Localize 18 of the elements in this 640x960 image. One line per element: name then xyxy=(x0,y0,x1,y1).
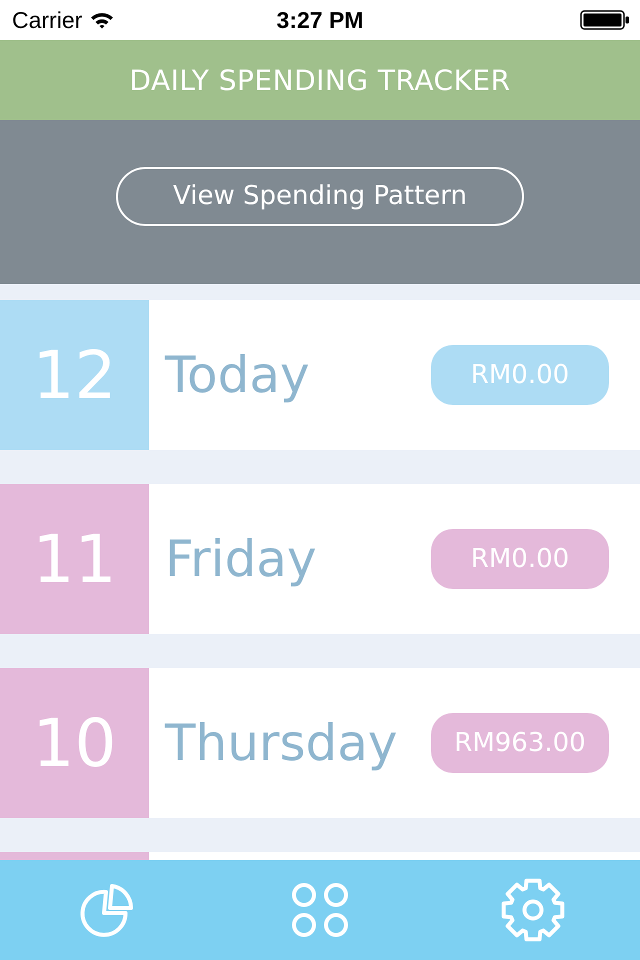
date-number: 10 xyxy=(32,704,116,782)
view-spending-pattern-button[interactable]: View Spending Pattern xyxy=(116,166,524,226)
wifi-icon xyxy=(90,11,114,29)
day-name: Friday xyxy=(165,530,317,588)
clock-time: 3:27 PM xyxy=(276,6,364,32)
day-name: Thursday xyxy=(165,714,398,772)
amount-badge: RM963.00 xyxy=(431,713,609,773)
settings-icon[interactable] xyxy=(500,877,566,943)
amount-badge: RM0.00 xyxy=(431,529,609,589)
grid-icon[interactable] xyxy=(290,881,350,939)
app-title: DAILY SPENDING TRACKER xyxy=(129,64,511,96)
date-number: 11 xyxy=(32,520,116,598)
carrier-name: Carrier xyxy=(12,6,82,34)
pie-chart-icon[interactable] xyxy=(78,882,135,938)
battery-icon xyxy=(580,10,630,30)
day-name: Today xyxy=(165,346,310,404)
date-number: 12 xyxy=(32,336,116,414)
amount-badge: RM0.00 xyxy=(431,345,609,405)
